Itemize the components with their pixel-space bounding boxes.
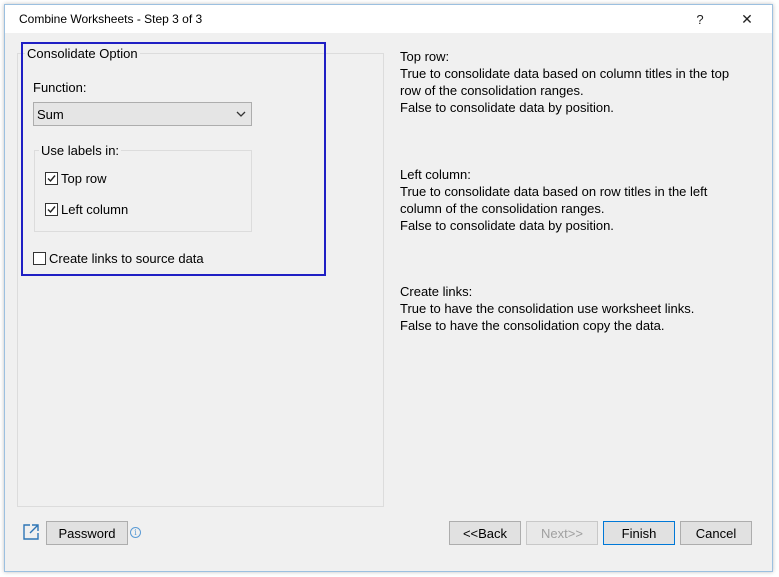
- check-icon: [47, 206, 56, 214]
- create-links-checkbox[interactable]: [33, 252, 46, 265]
- description-line: True to have the consolidation use works…: [400, 301, 695, 316]
- function-label: Function:: [33, 80, 87, 95]
- top-row-label[interactable]: Top row: [61, 171, 107, 186]
- top-row-description: Top row: True to consolidate data based …: [400, 48, 729, 116]
- password-button[interactable]: Password: [46, 521, 128, 545]
- back-button[interactable]: <<Back: [449, 521, 521, 545]
- finish-button[interactable]: Finish: [603, 521, 675, 545]
- description-title: Left column:: [400, 167, 471, 182]
- description-line: False to have the consolidation copy the…: [400, 318, 665, 333]
- function-value: Sum: [37, 106, 64, 122]
- description-line: column of the consolidation ranges.: [400, 201, 605, 216]
- chevron-down-icon: [235, 106, 247, 122]
- left-column-checkbox[interactable]: [45, 203, 58, 216]
- dialog-title: Combine Worksheets - Step 3 of 3: [19, 12, 203, 26]
- create-links-label[interactable]: Create links to source data: [49, 251, 204, 266]
- left-column-label[interactable]: Left column: [61, 202, 128, 217]
- description-line: False to consolidate data by position.: [400, 100, 614, 115]
- help-button[interactable]: ?: [680, 5, 720, 33]
- share-icon[interactable]: [22, 523, 40, 541]
- cancel-button[interactable]: Cancel: [680, 521, 752, 545]
- create-links-description: Create links: True to have the consolida…: [400, 283, 694, 334]
- check-icon: [47, 175, 56, 183]
- next-button[interactable]: Next>>: [526, 521, 598, 545]
- info-icon[interactable]: i: [130, 527, 141, 538]
- description-title: Top row:: [400, 49, 450, 64]
- use-labels-legend: Use labels in:: [39, 143, 122, 158]
- description-title: Create links:: [400, 284, 473, 299]
- description-line: False to consolidate data by position.: [400, 218, 614, 233]
- description-line: True to consolidate data based on column…: [400, 66, 730, 81]
- description-line: row of the consolidation ranges.: [400, 83, 584, 98]
- left-column-description: Left column: True to consolidate data ba…: [400, 166, 707, 234]
- title-bar: Combine Worksheets - Step 3 of 3 ? ✕: [5, 5, 772, 33]
- use-labels-group: [34, 150, 252, 232]
- consolidate-option-legend: Consolidate Option: [25, 46, 140, 61]
- top-row-checkbox[interactable]: [45, 172, 58, 185]
- description-line: True to consolidate data based on row ti…: [400, 184, 708, 199]
- close-button[interactable]: ✕: [727, 5, 767, 33]
- function-select[interactable]: Sum: [33, 102, 252, 126]
